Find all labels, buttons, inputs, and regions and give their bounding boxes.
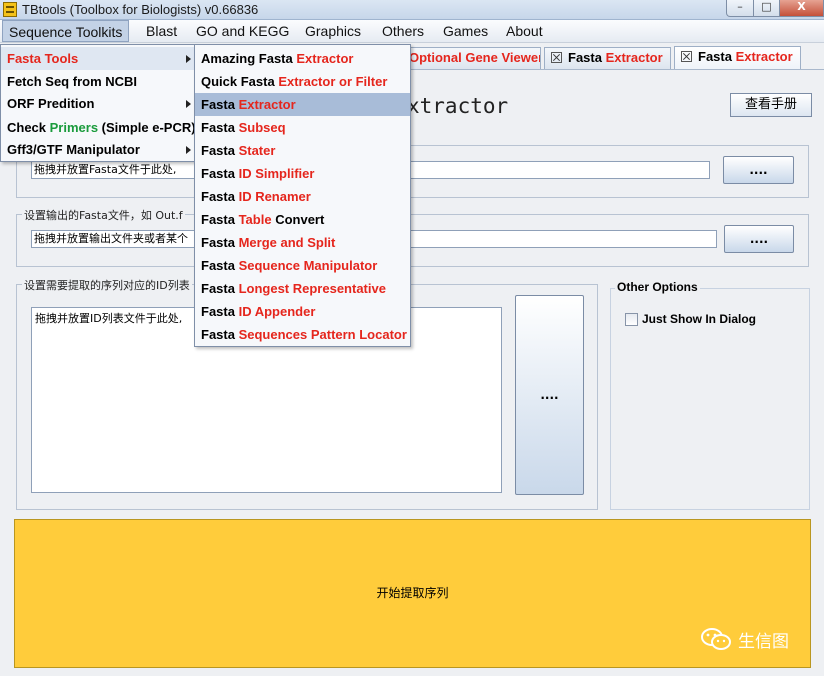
menu-text-segment: Amazing Fasta — [201, 51, 297, 66]
menu-text-segment: (Simple e-PCR) — [98, 120, 196, 135]
menu-fasta-id-renamer[interactable]: Fasta ID Renamer — [195, 185, 410, 208]
menu-text-segment: Check — [7, 120, 50, 135]
menu-text-segment: Table — [238, 212, 272, 227]
menu-text-segment: Primers — [49, 120, 99, 135]
menu-text-segment: Fasta — [201, 143, 239, 158]
title-bar: TBtools (Toolbox for Biologists) v0.6683… — [0, 0, 824, 20]
menu-text-segment: Convert — [271, 212, 325, 227]
output-fasta-label: 设置输出的Fasta文件，如 Out.f — [22, 207, 185, 223]
menu-text-segment: Sequences Pattern Locator — [238, 327, 407, 342]
menu-text-segment: Fasta — [201, 235, 239, 250]
menu-text-segment: ORF Predition — [7, 96, 95, 111]
menu-text-segment: Fasta — [201, 281, 239, 296]
menu-fasta-stater[interactable]: Fasta Stater — [195, 139, 410, 162]
other-options-label: Other Options — [615, 280, 700, 294]
wechat-icon — [701, 628, 731, 650]
menu-text-segment: Gff3/GTF Manipulator — [7, 142, 140, 157]
page-title: xtractor — [407, 94, 509, 118]
menu-fasta-id-appender[interactable]: Fasta ID Appender — [195, 300, 410, 323]
menu-text-segment: Longest Representative — [238, 281, 386, 296]
submenu-arrow-icon — [186, 146, 191, 154]
menu-others[interactable]: Others — [376, 20, 430, 42]
menu-text-segment: ID Simplifier — [238, 166, 315, 181]
menu-text-segment: Fasta — [201, 166, 239, 181]
menu-text-segment: Fasta — [201, 304, 239, 319]
menu-text-segment: Fetch Seq from NCBI — [7, 74, 138, 89]
id-list-label: 设置需要提取的序列对应的ID列表 — [22, 277, 192, 293]
menu-fasta-pattern-locator[interactable]: Fasta Sequences Pattern Locator — [195, 323, 410, 346]
tab-label: Optional Gene Viewer — [409, 50, 541, 65]
maximize-icon[interactable]: □ — [753, 0, 780, 17]
menu-text-segment: Fasta — [201, 258, 239, 273]
tab-label-prefix: Fasta — [698, 49, 736, 64]
menu-fasta-longest-representative[interactable]: Fasta Longest Representative — [195, 277, 410, 300]
close-icon[interactable] — [551, 52, 562, 63]
menu-fasta-merge-split[interactable]: Fasta Merge and Split — [195, 231, 410, 254]
just-show-in-dialog-checkbox[interactable] — [625, 313, 638, 326]
manual-button[interactable]: 查看手册 — [730, 93, 812, 117]
menu-orf-prediction[interactable]: ORF Predition — [1, 92, 195, 115]
watermark-text: 生信图 — [738, 632, 789, 652]
menu-bar: Sequence Toolkits Blast GO and KEGG Grap… — [0, 20, 824, 43]
close-icon[interactable] — [681, 51, 692, 62]
menu-text-segment: Sequence Manipulator — [238, 258, 378, 273]
tab-label: Extractor — [605, 50, 663, 65]
browse-input-button[interactable]: .... — [723, 156, 794, 184]
sequence-toolkits-menu: Fasta Tools Fetch Seq from NCBI ORF Pred… — [0, 44, 196, 162]
menu-quick-fasta-extractor[interactable]: Quick Fasta Extractor or Filter — [195, 70, 410, 93]
tab-optional-gene-viewer[interactable]: Optional Gene Viewer — [402, 47, 541, 69]
menu-fasta-id-simplifier[interactable]: Fasta ID Simplifier — [195, 162, 410, 185]
tab-fasta-extractor-1[interactable]: Fasta Extractor — [544, 47, 671, 69]
menu-fasta-subseq[interactable]: Fasta Subseq — [195, 116, 410, 139]
start-extract-button[interactable]: 开始提取序列 — [14, 519, 811, 668]
close-icon[interactable]: X — [779, 0, 824, 17]
menu-go-kegg[interactable]: GO and KEGG — [190, 20, 295, 42]
menu-text-segment: Fasta — [201, 327, 239, 342]
menu-text-segment: Merge and Split — [238, 235, 336, 250]
submenu-arrow-icon — [186, 100, 191, 108]
menu-text-segment: Fasta Tools — [7, 51, 79, 66]
menu-fasta-sequence-manipulator[interactable]: Fasta Sequence Manipulator — [195, 254, 410, 277]
menu-text-segment: ID Renamer — [238, 189, 311, 204]
menu-text-segment: Extractor — [238, 97, 296, 112]
menu-text-segment: Fasta — [201, 189, 239, 204]
menu-sequence-toolkits[interactable]: Sequence Toolkits — [2, 20, 130, 42]
tab-fasta-extractor-2[interactable]: Fasta Extractor — [674, 46, 801, 70]
menu-blast[interactable]: Blast — [140, 20, 183, 42]
menu-text-segment: Fasta — [201, 97, 239, 112]
menu-fasta-table-convert[interactable]: Fasta Table Convert — [195, 208, 410, 231]
menu-games[interactable]: Games — [437, 20, 494, 42]
menu-fetch-seq-ncbi[interactable]: Fetch Seq from NCBI — [1, 70, 195, 93]
just-show-in-dialog-label: Just Show In Dialog — [642, 312, 757, 326]
minimize-icon[interactable]: – — [726, 0, 754, 17]
menu-text-segment: Quick Fasta — [201, 74, 279, 89]
menu-check-primers[interactable]: Check Primers (Simple e-PCR) — [1, 116, 196, 139]
menu-gff3-gtf-manipulator[interactable]: Gff3/GTF Manipulator — [1, 138, 195, 161]
submenu-arrow-icon — [186, 55, 191, 63]
menu-text-segment: Fasta — [201, 120, 239, 135]
menu-about[interactable]: About — [500, 20, 549, 42]
tab-label-prefix: Fasta — [568, 50, 606, 65]
browse-output-button[interactable]: .... — [724, 225, 794, 253]
menu-graphics[interactable]: Graphics — [299, 20, 367, 42]
menu-text-segment: Fasta — [201, 212, 239, 227]
menu-text-segment: Subseq — [238, 120, 286, 135]
app-icon — [3, 2, 17, 17]
window-title: TBtools (Toolbox for Biologists) v0.6683… — [22, 2, 259, 17]
menu-text-segment: ID Appender — [238, 304, 316, 319]
fasta-tools-submenu: Amazing Fasta Extractor Quick Fasta Extr… — [194, 44, 411, 347]
menu-text-segment: Stater — [238, 143, 276, 158]
menu-amazing-fasta-extractor[interactable]: Amazing Fasta Extractor — [195, 47, 410, 70]
browse-id-list-button[interactable]: .... — [515, 295, 584, 495]
menu-text-segment: Extractor or Filter — [278, 74, 388, 89]
tab-label: Extractor — [735, 49, 793, 64]
menu-fasta-extractor[interactable]: Fasta Extractor — [195, 93, 410, 116]
menu-fasta-tools[interactable]: Fasta Tools — [1, 47, 195, 70]
menu-text-segment: Extractor — [296, 51, 354, 66]
